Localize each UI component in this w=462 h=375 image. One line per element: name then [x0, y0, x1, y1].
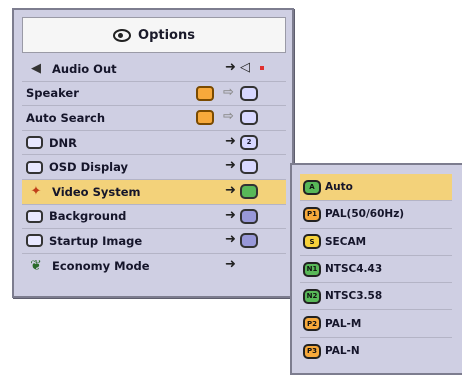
toggle-off-icon	[240, 110, 258, 126]
background-value-icon	[240, 208, 258, 224]
menu-item-auto-search[interactable]: Auto Search ⇨	[22, 106, 286, 131]
menu-title: Options	[138, 27, 195, 43]
menu-item-label: DNR	[49, 135, 78, 150]
video-system-submenu: A Auto P1 PAL(50/60Hz) S SECAM N1 NTSC4.…	[290, 163, 462, 375]
option-label: NTSC3.58	[325, 290, 383, 303]
arrow-right-icon: ➜	[225, 158, 236, 174]
toggle-on-icon	[196, 85, 214, 101]
menu-item-label: Economy Mode	[52, 259, 150, 274]
osd-value-icon	[240, 159, 258, 175]
dnr-level-icon: 2	[240, 134, 258, 150]
option-secam[interactable]: S SECAM	[300, 229, 452, 256]
toggle-on-icon	[196, 110, 214, 126]
startup-image-value-icon	[240, 233, 258, 249]
option-ntsc443[interactable]: N1 NTSC4.43	[300, 256, 452, 284]
menu-item-video-system[interactable]: ✦ Video System ➜	[22, 179, 286, 205]
ntsc358-badge-icon: N2	[303, 288, 321, 304]
pal-n-badge-icon: P3	[303, 343, 321, 359]
arrow-right-icon: ➜	[225, 232, 236, 248]
menu-item-label: Background	[49, 209, 127, 224]
background-icon	[26, 209, 43, 223]
option-auto[interactable]: A Auto	[300, 174, 452, 202]
toggle-off-icon	[240, 85, 258, 101]
option-label: PAL-M	[325, 317, 362, 330]
menu-item-label: Startup Image	[49, 233, 143, 248]
menu-item-osd-display[interactable]: OSD Display ➜	[22, 155, 286, 180]
menu-item-label: Auto Search	[26, 110, 106, 125]
menu-item-speaker[interactable]: Speaker ⇨	[22, 82, 286, 107]
options-list: ◀ Audio Out ➜ ◁ Speaker ⇨ Auto Search ⇨ …	[22, 57, 286, 278]
arrow-right-icon: ⇨	[223, 109, 234, 125]
arrow-right-icon: ➜	[225, 133, 236, 149]
video-system-value-icon	[240, 183, 258, 199]
indicator-dot	[260, 66, 264, 70]
menu-item-label: OSD Display	[49, 160, 129, 175]
menu-item-dnr[interactable]: DNR ➜ 2	[22, 131, 286, 156]
video-system-options: A Auto P1 PAL(50/60Hz) S SECAM N1 NTSC4.…	[300, 174, 452, 365]
ntsc443-badge-icon: N1	[303, 261, 321, 277]
menu-item-label: Video System	[52, 184, 141, 199]
arrow-right-icon: ➜	[225, 256, 236, 272]
option-label: PAL-N	[325, 345, 360, 358]
option-pal[interactable]: P1 PAL(50/60Hz)	[300, 201, 452, 229]
arrow-right-icon: ➜	[225, 60, 236, 75]
menu-item-audio-out[interactable]: ◀ Audio Out ➜ ◁	[22, 57, 286, 82]
options-icon	[113, 28, 132, 42]
startup-image-icon	[26, 234, 43, 248]
pal-m-badge-icon: P2	[303, 316, 321, 332]
economy-mode-icon: ❦	[30, 258, 42, 275]
speaker-output-icon: ◁	[240, 60, 250, 75]
menu-item-startup-image[interactable]: Startup Image ➜	[22, 229, 286, 254]
menu-title-bar: Options	[22, 17, 286, 53]
video-system-icon: ✦	[30, 184, 42, 200]
option-label: NTSC4.43	[325, 263, 383, 276]
auto-badge-icon: A	[303, 179, 321, 195]
option-label: SECAM	[325, 235, 367, 248]
option-label: Auto	[325, 181, 353, 194]
options-menu: Options ◀ Audio Out ➜ ◁ Speaker ⇨ Auto S…	[12, 8, 294, 298]
menu-item-label: Speaker	[26, 86, 79, 101]
speaker-icon: ◀	[31, 61, 41, 77]
option-pal-m[interactable]: P2 PAL-M	[300, 310, 452, 338]
osd-icon	[26, 160, 43, 174]
dnr-icon	[26, 136, 43, 150]
menu-item-background[interactable]: Background ➜	[22, 205, 286, 230]
option-pal-n[interactable]: P3 PAL-N	[300, 338, 452, 365]
menu-item-economy-mode[interactable]: ❦ Economy Mode ➜	[22, 254, 286, 279]
pal-badge-icon: P1	[303, 206, 321, 222]
menu-item-label: Audio Out	[52, 61, 117, 76]
option-ntsc358[interactable]: N2 NTSC3.58	[300, 283, 452, 311]
arrow-right-icon: ➜	[225, 182, 236, 198]
arrow-right-icon: ➜	[225, 207, 236, 223]
arrow-right-icon: ⇨	[223, 84, 234, 100]
secam-badge-icon: S	[303, 234, 321, 250]
option-label: PAL(50/60Hz)	[325, 208, 405, 221]
